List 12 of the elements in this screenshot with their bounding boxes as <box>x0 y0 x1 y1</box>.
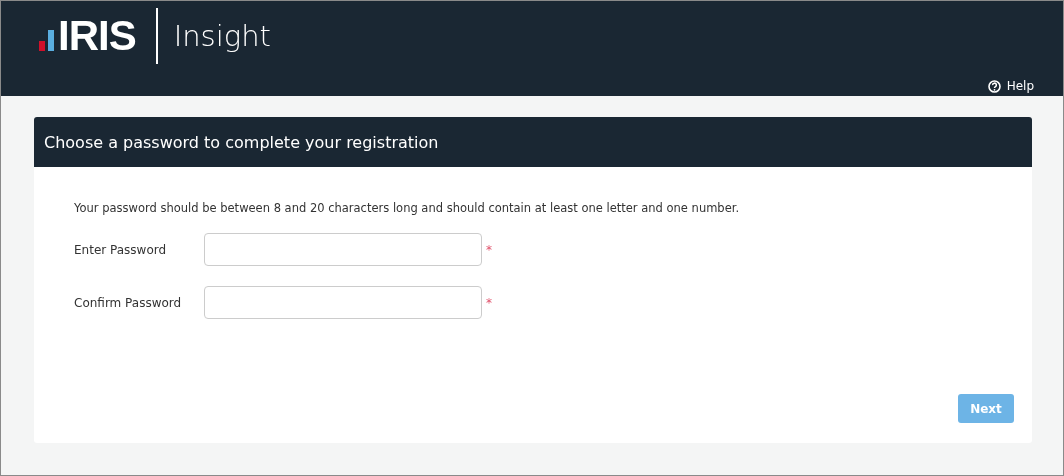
help-icon <box>987 79 1001 93</box>
password-field[interactable] <box>204 286 482 319</box>
field-label: Enter Password <box>74 242 168 257</box>
panel-title: Choose a password to complete your registration <box>44 132 439 152</box>
password-field[interactable] <box>204 233 482 266</box>
logo-text: IRIS <box>58 15 136 57</box>
field-label: Confirm Password <box>74 295 183 310</box>
required-mark: * <box>486 295 492 310</box>
help-link[interactable]: Help <box>987 79 1034 93</box>
instructions-text: Your password should be between 8 and 20 characters long and should contain at least one letter and one number. <box>74 201 741 215</box>
product-name: Insight <box>173 19 271 53</box>
required-mark: * <box>486 242 492 257</box>
